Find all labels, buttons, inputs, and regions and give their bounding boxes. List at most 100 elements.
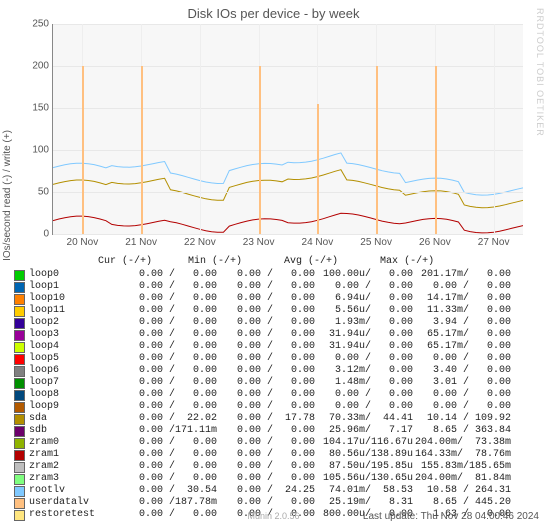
- legend-cur: 0.00 / 0.00: [119, 317, 217, 329]
- legend-avg: 100.00u/ 0.00: [315, 269, 413, 281]
- legend-cur: 0.00 / 0.00: [119, 461, 217, 473]
- legend-max: 14.17m/ 0.00: [413, 293, 511, 305]
- x-tick-label: 24 Nov: [302, 237, 334, 248]
- legend-max: 11.33m/ 0.00: [413, 305, 511, 317]
- legend-device-name: zram0: [29, 437, 119, 449]
- legend-device-name: loop11: [29, 305, 119, 317]
- legend-avg: 1.48m/ 0.00: [315, 377, 413, 389]
- legend-row-sdb: sdb0.00 /171.11m0.00 / 0.0025.96m/ 7.178…: [14, 425, 534, 437]
- gridline: [53, 234, 523, 235]
- legend-avg: 1.93m/ 0.00: [315, 317, 413, 329]
- legend-min: 0.00 / 0.00: [217, 353, 315, 365]
- legend-min: 0.00 / 0.00: [217, 329, 315, 341]
- legend-cur: 0.00 / 0.00: [119, 473, 217, 485]
- legend-min: 0.00 / 0.00: [217, 497, 315, 509]
- spike: [141, 66, 143, 234]
- legend-avg: 0.00 / 0.00: [315, 401, 413, 413]
- legend-cur: 0.00 / 22.02: [119, 413, 217, 425]
- legend-avg: 0.00 / 0.00: [315, 389, 413, 401]
- legend-avg: 3.12m/ 0.00: [315, 365, 413, 377]
- spike: [82, 66, 84, 234]
- legend-device-name: userdatalv: [29, 497, 119, 509]
- legend-swatch: [14, 294, 25, 305]
- legend-swatch: [14, 318, 25, 329]
- legend-device-name: loop1: [29, 281, 119, 293]
- legend-swatch: [14, 366, 25, 377]
- legend-row-loop7: loop70.00 / 0.000.00 / 0.001.48m/ 0.003.…: [14, 377, 534, 389]
- legend-max: 3.94 / 0.00: [413, 317, 511, 329]
- legend-min: 0.00 / 0.00: [217, 281, 315, 293]
- legend-max: 3.40 / 0.00: [413, 365, 511, 377]
- legend-row-zram1: zram10.00 / 0.000.00 / 0.0080.56u/138.89…: [14, 449, 534, 461]
- legend-swatch: [14, 438, 25, 449]
- legend-min: 0.00 / 0.00: [217, 401, 315, 413]
- y-tick-label: 250: [21, 19, 49, 30]
- legend-avg: 25.96m/ 7.17: [315, 425, 413, 437]
- legend-row-zram0: zram00.00 / 0.000.00 / 0.00104.17u/116.6…: [14, 437, 534, 449]
- legend-row-loop8: loop80.00 / 0.000.00 / 0.000.00 / 0.000.…: [14, 389, 534, 401]
- legend-device-name: loop5: [29, 353, 119, 365]
- legend-header: Cur (-/+) Min (-/+) Avg (-/+) Max (-/+): [14, 256, 534, 268]
- legend-device-name: loop2: [29, 317, 119, 329]
- gridline: [53, 192, 523, 193]
- gridline: [53, 66, 523, 67]
- legend-swatch: [14, 306, 25, 317]
- series-zram1: [53, 213, 523, 233]
- legend-row-loop0: loop00.00 / 0.000.00 / 0.00100.00u/ 0.00…: [14, 269, 534, 281]
- gridline: [53, 24, 523, 25]
- legend-min: 0.00 / 0.00: [217, 377, 315, 389]
- legend-row-loop9: loop90.00 / 0.000.00 / 0.000.00 / 0.000.…: [14, 401, 534, 413]
- legend-table: Cur (-/+) Min (-/+) Avg (-/+) Max (-/+) …: [14, 256, 534, 521]
- legend-device-name: loop10: [29, 293, 119, 305]
- legend-max: 201.17m/ 0.00: [413, 269, 511, 281]
- legend-max: 3.01 / 0.00: [413, 377, 511, 389]
- legend-avg: 31.94u/ 0.00: [315, 329, 413, 341]
- legend-min: 0.00 / 0.00: [217, 449, 315, 461]
- y-tick-label: 200: [21, 61, 49, 72]
- legend-cur: 0.00 / 0.00: [119, 449, 217, 461]
- x-tick-label: 23 Nov: [243, 237, 275, 248]
- y-tick-label: 100: [21, 145, 49, 156]
- legend-cur: 0.00 / 0.00: [119, 281, 217, 293]
- legend-row-loop11: loop110.00 / 0.000.00 / 0.005.56u/ 0.001…: [14, 305, 534, 317]
- legend-avg: 0.00 / 0.00: [315, 281, 413, 293]
- gridline: [53, 150, 523, 151]
- legend-swatch: [14, 414, 25, 425]
- legend-max: 8.65 / 445.20: [413, 497, 511, 509]
- legend-avg: 31.94u/ 0.00: [315, 341, 413, 353]
- legend-swatch: [14, 426, 25, 437]
- legend-cur: 0.00 / 0.00: [119, 353, 217, 365]
- legend-row-rootlv: rootlv0.00 / 30.540.00 / 24.2574.01m/ 58…: [14, 485, 534, 497]
- legend-cur: 0.00 / 0.00: [119, 389, 217, 401]
- legend-swatch: [14, 390, 25, 401]
- legend-max: 204.00m/ 73.38m: [413, 437, 511, 449]
- legend-min: 0.00 / 0.00: [217, 437, 315, 449]
- legend-swatch: [14, 402, 25, 413]
- legend-row-loop2: loop20.00 / 0.000.00 / 0.001.93m/ 0.003.…: [14, 317, 534, 329]
- legend-row-loop4: loop40.00 / 0.000.00 / 0.0031.94u/ 0.006…: [14, 341, 534, 353]
- legend-min: 0.00 / 0.00: [217, 269, 315, 281]
- chart-container: RRDTOOL TOBI OETIKER Disk IOs per device…: [0, 0, 547, 515]
- legend-min: 0.00 / 0.00: [217, 473, 315, 485]
- legend-device-name: rootlv: [29, 485, 119, 497]
- legend-max: 204.00m/ 81.84m: [413, 473, 511, 485]
- legend-cur: 0.00 / 0.00: [119, 269, 217, 281]
- legend-swatch: [14, 462, 25, 473]
- legend-swatch: [14, 510, 25, 521]
- legend-min: 0.00 / 0.00: [217, 365, 315, 377]
- legend-cur: 0.00 / 0.00: [119, 293, 217, 305]
- legend-row-loop10: loop100.00 / 0.000.00 / 0.006.94u/ 0.001…: [14, 293, 534, 305]
- legend-cur: 0.00 / 0.00: [119, 377, 217, 389]
- y-tick-label: 150: [21, 103, 49, 114]
- legend-device-name: sda: [29, 413, 119, 425]
- legend-max: 0.00 / 0.00: [413, 389, 511, 401]
- legend-device-name: zram2: [29, 461, 119, 473]
- y-tick-label: 0: [21, 229, 49, 240]
- legend-swatch: [14, 378, 25, 389]
- x-tick-label: 22 Nov: [184, 237, 216, 248]
- legend-max: 65.17m/ 0.00: [413, 341, 511, 353]
- chart-title: Disk IOs per device - by week: [0, 0, 547, 21]
- munin-version: Munin 2.0.56: [247, 511, 299, 521]
- last-update: Last update: Thu Nov 28 04:00:46 2024: [363, 511, 539, 522]
- x-tick-label: 20 Nov: [67, 237, 99, 248]
